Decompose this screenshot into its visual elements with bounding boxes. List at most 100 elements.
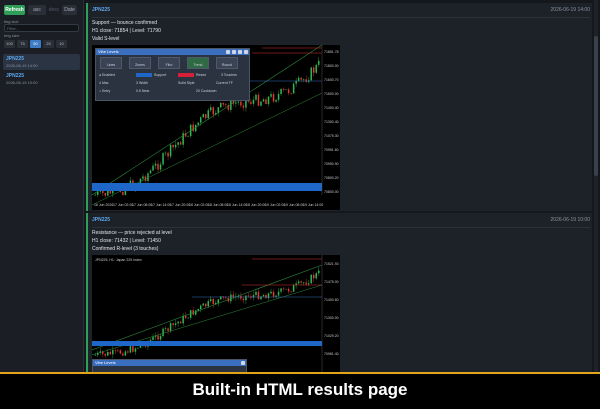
tool-zones[interactable]: Zones <box>129 57 151 69</box>
candle-body <box>312 274 315 279</box>
candle-body <box>134 348 137 352</box>
candle-body <box>149 170 152 174</box>
scrollbar[interactable] <box>594 0 598 372</box>
max-field[interactable]: 4 Max <box>99 81 109 85</box>
time-axis-label: 17 Jun 08:00 <box>132 203 152 207</box>
enabled-toggle[interactable]: ● Enabled <box>99 73 115 77</box>
candle-body <box>204 114 207 119</box>
candle-body <box>162 153 164 165</box>
sort-asc-button[interactable]: asc <box>28 5 46 15</box>
card-symbol[interactable]: JPN225 <box>92 7 110 13</box>
candle-body <box>167 152 169 157</box>
card-header: JPN225 2026-06-19 14:00 <box>92 7 590 17</box>
candle-body <box>152 165 154 171</box>
candle-body <box>172 144 174 148</box>
entry-toggle[interactable]: ○ Entry <box>99 89 110 93</box>
vibe-levels-panel[interactable]: Vibe Levels Lines Zones Fibo Trend Round… <box>95 48 250 101</box>
support-zone <box>92 183 322 191</box>
size-option-25[interactable]: 25 <box>43 40 54 48</box>
close-icon[interactable] <box>244 50 248 54</box>
candle-body <box>162 328 164 337</box>
refresh-button[interactable]: Refresh <box>4 5 25 15</box>
candle-body <box>182 315 184 324</box>
sidebar-item-result-1[interactable]: JPN225 2026-06-19 14:00 <box>3 54 80 70</box>
maximize-icon[interactable] <box>238 50 242 54</box>
price-axis-label: 70800.20 <box>324 176 339 180</box>
price-axis-label: 70951.60 <box>324 148 339 152</box>
candle-body <box>287 89 290 94</box>
sort-date-button[interactable]: Date <box>62 5 77 15</box>
candle-body <box>282 288 285 290</box>
candle-body <box>159 336 162 340</box>
candle-body <box>252 99 255 104</box>
size-option-100[interactable]: 100 <box>4 40 15 48</box>
support-color[interactable] <box>136 73 152 77</box>
candle-body <box>157 335 159 340</box>
time-axis-label: 18 Jun 02:00 <box>189 203 209 207</box>
card-headline: Support — bounce confirmed <box>92 20 158 26</box>
card-detail: H1 close: 71432 | Level: 71450 <box>92 238 161 244</box>
price-axis-label: 71400.60 <box>324 298 339 302</box>
scroll-thumb[interactable] <box>594 36 598 176</box>
filter-input[interactable] <box>4 24 79 32</box>
candle-body <box>119 350 122 354</box>
timeframe-select[interactable]: Current TF <box>216 81 233 85</box>
card-symbol[interactable]: JPN225 <box>92 217 110 223</box>
price-axis-label: 71600.70 <box>324 78 339 82</box>
price-chart[interactable]: 71851.78 71800.00 71600.70 71500.00 71400.40… <box>91 44 340 210</box>
candle-body <box>217 299 220 303</box>
cooldown-field[interactable]: 20 Cooldown <box>196 89 216 93</box>
candle-body <box>247 295 250 297</box>
sidebar: Refresh asc desc Date ting slot: Img siz… <box>0 0 84 372</box>
candle-body <box>290 93 292 94</box>
candle-body <box>207 110 210 119</box>
candle-body <box>310 67 312 81</box>
minimize-icon[interactable] <box>232 50 236 54</box>
candle-body <box>152 336 154 340</box>
candle-body <box>297 77 300 81</box>
sort-desc-button[interactable]: desc <box>47 5 61 15</box>
candle-body <box>285 89 287 91</box>
vibe-levels-panel[interactable]: Vibe Levels <box>92 359 247 372</box>
candle-body <box>300 77 302 80</box>
tool-fibo[interactable]: Fibo <box>158 57 180 69</box>
results-page: { "sidebar": { "toolbar": { "refresh": "… <box>0 0 600 409</box>
tool-round[interactable]: Round <box>216 57 238 69</box>
candle-body <box>167 328 169 331</box>
candle-body <box>282 88 285 90</box>
style-select[interactable]: Solid Style <box>178 81 195 85</box>
card-headline: Resistance — price rejected at level <box>92 230 172 236</box>
results-list: JPN225 2026-06-19 14:00 Support — bounce… <box>86 0 600 372</box>
sidebar-item-result-2[interactable]: JPN225 2026-06-19 10:00 <box>3 71 80 87</box>
near-field[interactable]: 0.5 Near <box>136 89 149 93</box>
size-option-10[interactable]: 10 <box>56 40 67 48</box>
result-card: JPN225 2026-06-19 10:00 Resistance — pri… <box>86 213 592 372</box>
candle-body <box>235 102 237 104</box>
touches-field[interactable]: 3 Touches <box>221 73 237 77</box>
candle-body <box>315 273 317 279</box>
candle-body <box>107 351 109 356</box>
candle-body <box>104 192 107 196</box>
close-icon[interactable] <box>241 361 245 365</box>
tool-trend[interactable]: Trend <box>187 57 209 69</box>
price-chart[interactable]: JPN225, H1: Japan 225 Index 71521.93 7147… <box>91 255 340 372</box>
sidebar-item-date: 2026-06-19 10:00 <box>6 80 38 85</box>
tool-lines[interactable]: Lines <box>100 57 122 69</box>
card-date: 2026-06-19 14:00 <box>550 7 590 13</box>
candle-body <box>262 295 265 297</box>
panel-titlebar[interactable]: Vibe Levels <box>93 360 246 366</box>
pin-icon[interactable] <box>226 50 230 54</box>
candle-body <box>207 300 210 307</box>
price-axis-label: 70961.40 <box>324 352 339 356</box>
size-option-75[interactable]: 75 <box>17 40 28 48</box>
candle-body <box>199 117 202 123</box>
size-option-50[interactable]: 50 <box>30 40 41 48</box>
candle-body <box>197 122 199 125</box>
resist-color[interactable] <box>178 73 194 77</box>
candle-body <box>302 79 305 80</box>
width-field[interactable]: 3 Width <box>136 81 148 85</box>
candle-body <box>164 152 167 154</box>
result-card: JPN225 2026-06-19 14:00 Support — bounce… <box>86 3 592 211</box>
candle-body <box>245 100 247 108</box>
time-axis-label: 19 Jun 02:00 <box>265 203 285 207</box>
